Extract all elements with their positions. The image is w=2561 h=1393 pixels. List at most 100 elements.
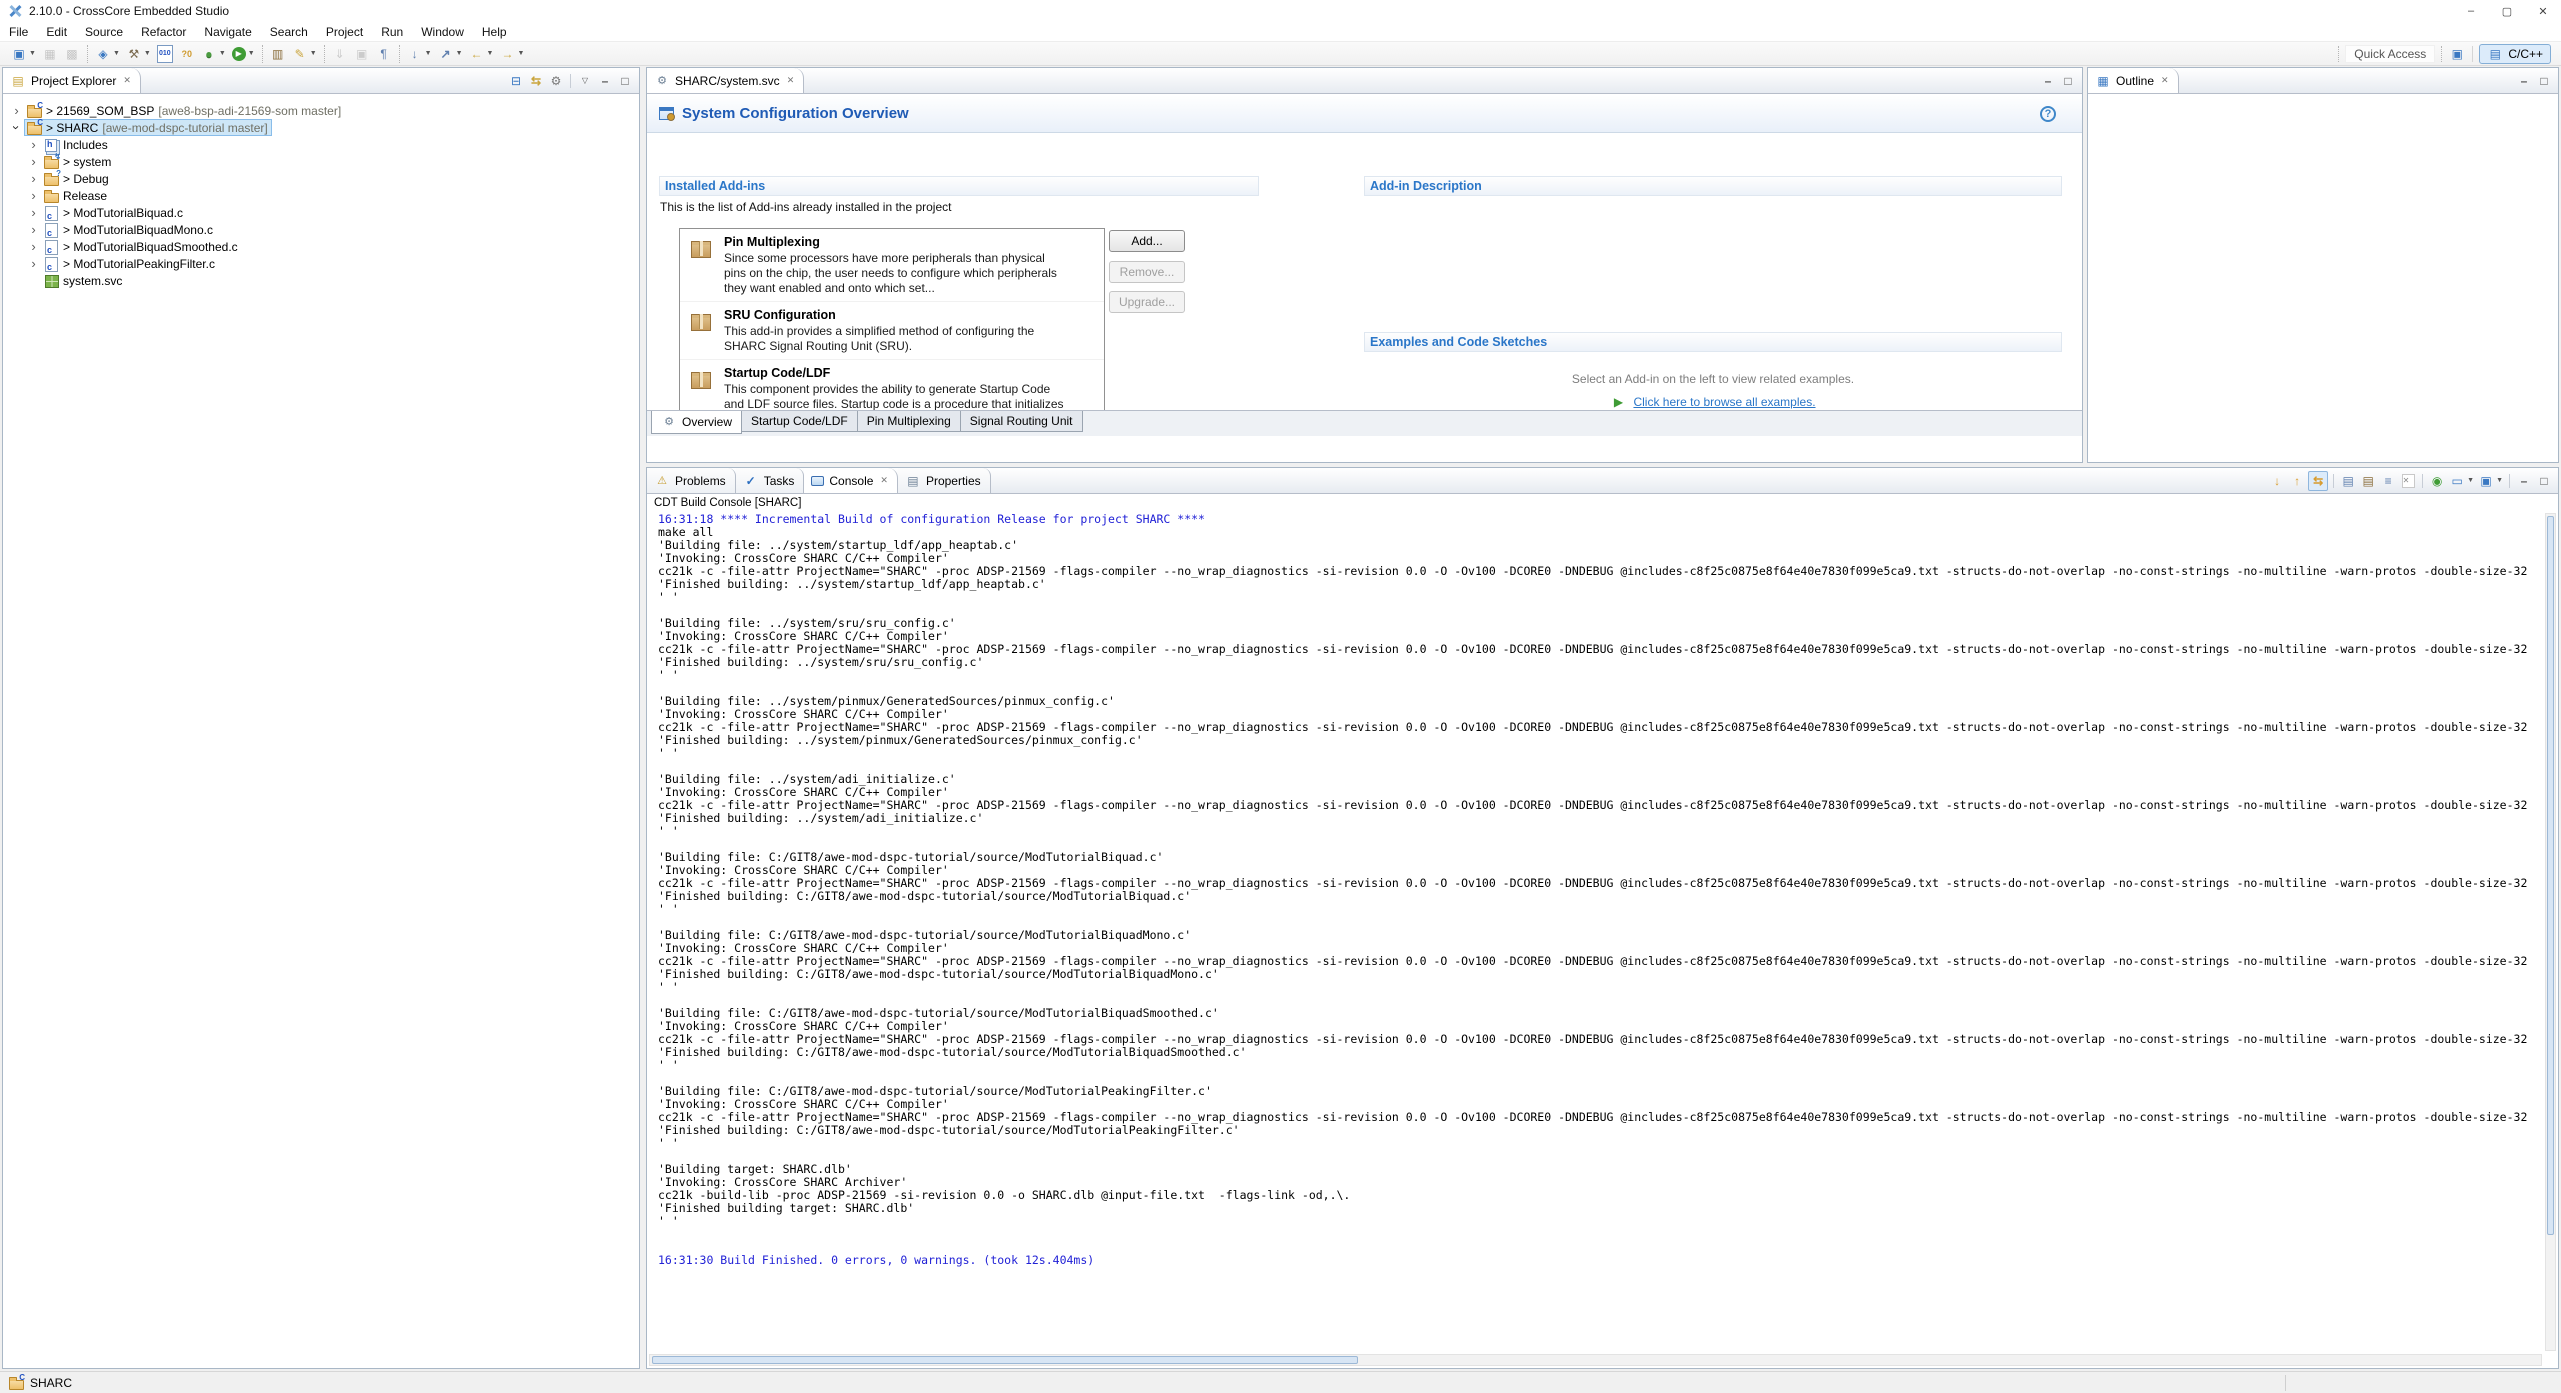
close-icon[interactable]: ✕ (123, 75, 131, 86)
chevron-down-icon[interactable]: ▼ (456, 50, 463, 57)
open-perspective-button[interactable] (2448, 45, 2466, 63)
minimize-button[interactable] (2515, 472, 2533, 490)
open-resource-button[interactable] (268, 44, 288, 64)
console-horizontal-scrollbar[interactable] (649, 1354, 2542, 1366)
binary-counter-button[interactable] (155, 44, 175, 64)
menu-help[interactable]: Help (473, 22, 516, 42)
previous-error-button[interactable] (2288, 472, 2306, 490)
minimize-button[interactable] (2515, 72, 2533, 90)
scrollbar-thumb[interactable] (2547, 516, 2554, 1235)
expand-collapsed-icon[interactable]: › (26, 137, 41, 152)
minimize-button[interactable] (2039, 72, 2057, 90)
import-history-button[interactable]: ▼ (405, 44, 434, 64)
window-close-button[interactable]: ✕ (2525, 0, 2561, 22)
new-wizard-button[interactable]: ▼ (9, 44, 38, 64)
close-icon[interactable]: ✕ (787, 75, 795, 86)
expand-expanded-icon[interactable]: › (9, 120, 24, 135)
export-history-button[interactable]: ▼ (436, 44, 465, 64)
maximize-button[interactable] (2059, 72, 2077, 90)
menu-window[interactable]: Window (412, 22, 473, 42)
editor-tab[interactable]: SHARC/system.svc ✕ (647, 68, 804, 93)
maximize-button[interactable] (2535, 472, 2553, 490)
run-play-button[interactable]: ▼ (230, 44, 257, 64)
view-tab-console[interactable]: Console✕ (804, 468, 898, 493)
view-tab-tasks[interactable]: Tasks (736, 468, 805, 493)
page-tab-overview[interactable]: Overview (651, 411, 742, 434)
menu-navigate[interactable]: Navigate (195, 22, 260, 42)
scroll-lock-button[interactable] (2339, 472, 2357, 490)
collapse-all-button[interactable] (507, 72, 525, 90)
tree-item-modtutorialpeakingfilter.c[interactable]: ›c> ModTutorialPeakingFilter.c (3, 255, 639, 272)
link-with-editor-button[interactable] (527, 72, 545, 90)
menu-file[interactable]: File (0, 22, 37, 42)
expand-collapsed-icon[interactable]: › (26, 222, 41, 237)
expand-collapsed-icon[interactable]: › (26, 188, 41, 203)
menu-refactor[interactable]: Refactor (132, 22, 195, 42)
forward-arrow-button[interactable]: ▼ (497, 44, 526, 64)
addin-list-item[interactable]: Pin MultiplexingSince some processors ha… (680, 229, 1104, 302)
quick-access-button[interactable]: Quick Access (2345, 45, 2435, 63)
window-minimize-button[interactable]: – (2453, 0, 2489, 22)
tree-item-debug[interactable]: ›?> Debug (3, 170, 639, 187)
cpp-perspective-button[interactable]: C/C++ (2479, 44, 2551, 64)
chevron-down-icon[interactable]: ▼ (487, 50, 494, 57)
menu-chevron-button[interactable] (576, 72, 594, 90)
chevron-down-icon[interactable]: ▼ (2496, 477, 2503, 484)
close-icon[interactable]: ✕ (2161, 75, 2169, 86)
pin-console-button[interactable] (2428, 472, 2446, 490)
show-whitespace-button[interactable] (374, 44, 394, 64)
show-in-editor-button[interactable] (2308, 471, 2328, 491)
help-icon[interactable] (2040, 106, 2056, 122)
open-console-button[interactable]: ▼ (2477, 472, 2504, 490)
tree-item-modtutorialbiquad.c[interactable]: ›c> ModTutorialBiquad.c (3, 204, 639, 221)
page-tab-startup-code-ldf[interactable]: Startup Code/LDF (741, 411, 858, 432)
console-lock-button[interactable] (2359, 472, 2377, 490)
outline-tab[interactable]: Outline ✕ (2088, 68, 2179, 93)
next-error-button[interactable] (2268, 472, 2286, 490)
minimize-button[interactable] (596, 72, 614, 90)
back-arrow-button[interactable]: ▼ (467, 44, 496, 64)
tree-item-release[interactable]: ›Release (3, 187, 639, 204)
highlight-marker-button[interactable]: ▼ (290, 44, 319, 64)
menu-run[interactable]: Run (372, 22, 412, 42)
tree-item-sharc[interactable]: ›C> SHARC[awe-mod-dspc-tutorial master] (3, 119, 639, 136)
page-tab-pin-multiplexing[interactable]: Pin Multiplexing (857, 411, 961, 432)
expand-collapsed-icon[interactable]: › (26, 154, 41, 169)
clear-console-button[interactable] (2399, 472, 2417, 490)
display-console-button[interactable]: ▼ (2448, 472, 2475, 490)
chevron-down-icon[interactable]: ▼ (219, 50, 226, 57)
addin-list-item[interactable]: SRU ConfigurationThis add-in provides a … (680, 302, 1104, 360)
menu-project[interactable]: Project (317, 22, 372, 42)
build-hammer-button[interactable]: ▼ (124, 44, 153, 64)
chevron-down-icon[interactable]: ▼ (248, 50, 255, 57)
tree-item-modtutorialbiquadmono.c[interactable]: ›c> ModTutorialBiquadMono.c (3, 221, 639, 238)
view-tab-problems[interactable]: Problems (647, 468, 736, 493)
expand-collapsed-icon[interactable]: › (26, 239, 41, 254)
chevron-down-icon[interactable]: ▼ (517, 50, 524, 57)
tree-item-system.svc[interactable]: system.svc (3, 272, 639, 289)
scrollbar-thumb[interactable] (652, 1356, 1358, 1364)
tree-item-modtutorialbiquadsmoothed.c[interactable]: ›c> ModTutorialBiquadSmoothed.c (3, 238, 639, 255)
chevron-down-icon[interactable]: ▼ (310, 50, 317, 57)
window-restore-button[interactable]: ▢ (2489, 0, 2525, 22)
word-wrap-button[interactable] (2379, 472, 2397, 490)
debug-bug-button[interactable]: ▼ (199, 44, 228, 64)
expand-collapsed-icon[interactable]: › (26, 205, 41, 220)
chevron-down-icon[interactable]: ▼ (144, 50, 151, 57)
chevron-down-icon[interactable]: ▼ (425, 50, 432, 57)
menu-source[interactable]: Source (76, 22, 132, 42)
maximize-button[interactable] (616, 72, 634, 90)
chevron-down-icon[interactable]: ▼ (113, 50, 120, 57)
expand-collapsed-icon[interactable]: › (9, 103, 24, 118)
chevron-down-icon[interactable]: ▼ (2467, 477, 2474, 484)
tree-item-system[interactable]: ›↯> system (3, 153, 639, 170)
maximize-button[interactable] (2535, 72, 2553, 90)
menu-search[interactable]: Search (261, 22, 317, 42)
project-explorer-tab[interactable]: Project Explorer ✕ (3, 68, 141, 93)
view-tab-properties[interactable]: Properties (898, 468, 991, 493)
expand-collapsed-icon[interactable]: › (26, 171, 41, 186)
dsp-config-button[interactable]: ▼ (93, 44, 122, 64)
tree-item-21569_som_bsp[interactable]: ›C> 21569_SOM_BSP[awe8-bsp-adi-21569-som… (3, 102, 639, 119)
console-vertical-scrollbar[interactable] (2545, 513, 2556, 1351)
close-icon[interactable]: ✕ (880, 475, 888, 486)
